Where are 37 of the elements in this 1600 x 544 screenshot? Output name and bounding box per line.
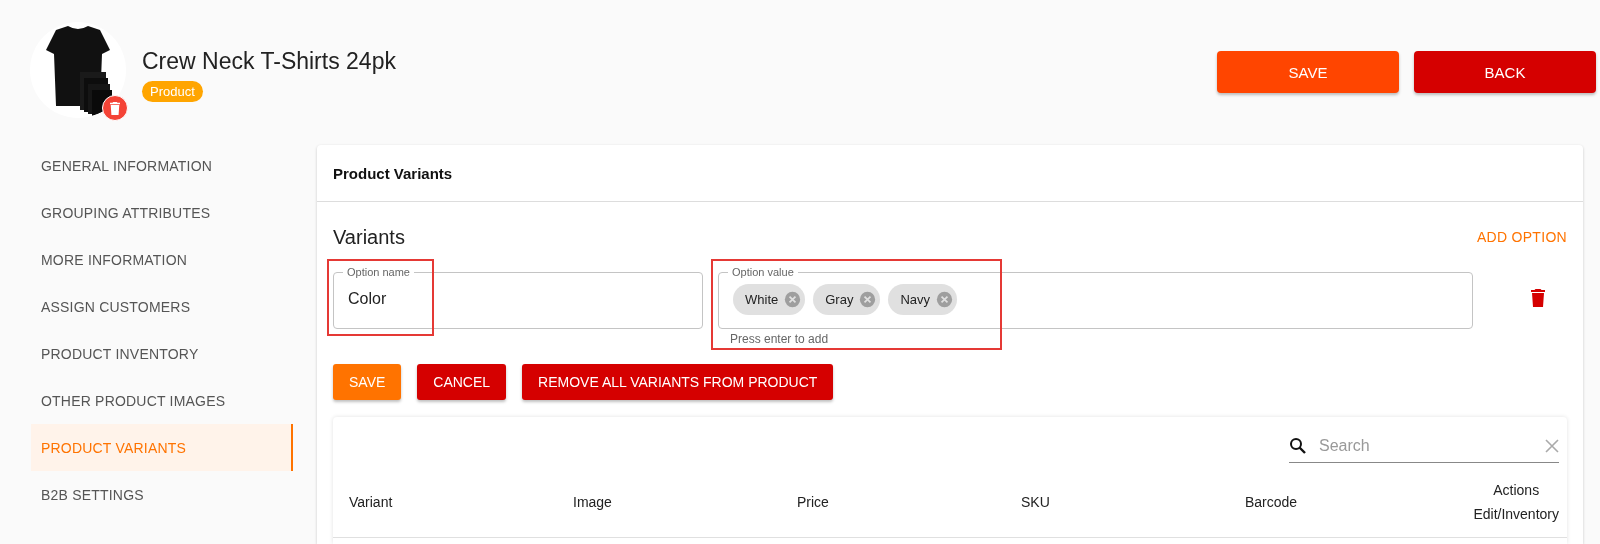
option-chip[interactable]: Gray: [813, 283, 881, 315]
trash-icon[interactable]: [1531, 289, 1545, 307]
section-title: Variants: [333, 225, 405, 249]
product-badge: Product: [142, 81, 203, 102]
column-header: Barcode: [1245, 494, 1299, 510]
column-header: Image: [573, 494, 613, 510]
action-button[interactable]: REMOVE ALL VARIANTS FROM PRODUCT: [522, 364, 834, 400]
helper-text: Press enter to add: [730, 331, 830, 347]
remove-icon[interactable]: [936, 290, 954, 308]
column-subheader: Edit/Inventory: [1473, 506, 1559, 522]
product-title: Crew Neck T-Shirts 24pk: [142, 48, 396, 75]
search-field[interactable]: Search: [1289, 430, 1559, 463]
sidebar-item[interactable]: B2B SETTINGS: [31, 471, 293, 518]
option-chip[interactable]: Navy: [888, 283, 958, 315]
search-icon: [1289, 437, 1307, 455]
option-name-field[interactable]: Option name Color: [333, 265, 703, 329]
sidebar-item[interactable]: OTHER PRODUCT IMAGES: [31, 377, 293, 424]
search-input[interactable]: Search: [1317, 436, 1535, 456]
column-header: SKU: [1021, 494, 1051, 510]
remove-icon[interactable]: [859, 290, 877, 308]
option-value-field[interactable]: Option value White Gray Navy: [718, 265, 1473, 329]
sidebar-item[interactable]: PRODUCT INVENTORY: [31, 330, 293, 377]
delete-image-button[interactable]: [102, 95, 128, 121]
column-header: Price: [797, 494, 830, 510]
sidebar-item[interactable]: ASSIGN CUSTOMERS: [31, 283, 293, 330]
option-chip[interactable]: White: [733, 283, 806, 315]
sidebar-item[interactable]: GENERAL INFORMATION: [31, 142, 293, 189]
column-header: Actions: [1493, 482, 1540, 498]
sidebar-item[interactable]: GROUPING ATTRIBUTES: [31, 189, 293, 236]
column-header: Variant: [349, 494, 394, 510]
back-button[interactable]: BACK: [1414, 51, 1596, 93]
sidebar-item[interactable]: MORE INFORMATION: [31, 236, 293, 283]
trash-icon: [110, 101, 120, 115]
clear-icon[interactable]: [1545, 439, 1559, 453]
action-button[interactable]: CANCEL: [417, 364, 507, 400]
card-title: Product Variants: [317, 145, 1583, 202]
remove-icon[interactable]: [784, 290, 802, 308]
